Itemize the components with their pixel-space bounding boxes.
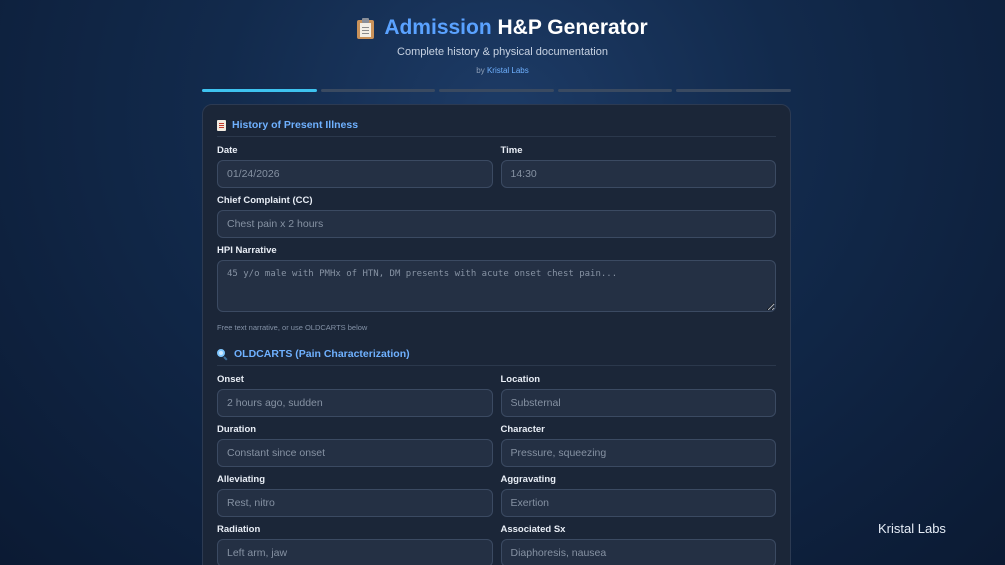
alleviating-label: Alleviating <box>217 474 266 485</box>
progress-step-3 <box>439 89 554 92</box>
aggravating-label: Aggravating <box>500 474 556 485</box>
title-accent: Admission <box>384 16 492 39</box>
radiation-input[interactable] <box>217 539 493 565</box>
page-subtitle: Complete history & physical documentatio… <box>397 46 608 58</box>
page-header: Admission H&P Generator Complete history… <box>0 16 1005 75</box>
byline: by Kristal Labs <box>0 66 1005 75</box>
oldcarts-section-label: OLDCARTS (Pain Characterization) <box>234 348 410 360</box>
progress-step-1 <box>202 89 317 92</box>
kristal-labs-link[interactable]: Kristal Labs <box>487 66 529 75</box>
progress-step-4 <box>557 89 673 92</box>
hpi-section-label: History of Present Illness <box>232 119 359 131</box>
title-rest: H&P Generator <box>497 16 648 39</box>
associated-sx-input[interactable] <box>500 539 776 565</box>
chief-complaint-input[interactable] <box>217 210 776 238</box>
time-input[interactable] <box>500 160 776 188</box>
alleviating-input[interactable] <box>217 489 493 517</box>
hpi-narrative-textarea[interactable] <box>217 260 776 312</box>
duration-input[interactable] <box>217 439 493 467</box>
byline-prefix: by <box>476 66 485 75</box>
radiation-label: Radiation <box>217 524 261 535</box>
watermark: Kristal Labs <box>878 521 946 536</box>
page-title: Admission H&P Generator <box>0 16 1005 40</box>
magnifier-icon <box>217 348 228 361</box>
date-label: Date <box>217 145 238 156</box>
time-label: Time <box>500 145 523 156</box>
chief-complaint-label: Chief Complaint (CC) <box>217 195 313 206</box>
hpi-section-title: History of Present Illness <box>217 119 776 137</box>
duration-label: Duration <box>217 424 257 435</box>
oldcarts-section-title: OLDCARTS (Pain Characterization) <box>217 348 776 366</box>
progress-step-2 <box>320 89 436 92</box>
character-label: Character <box>500 424 545 435</box>
aggravating-input[interactable] <box>500 489 776 517</box>
form-card: History of Present Illness Date Time Chi… <box>202 104 791 565</box>
clipboard-icon <box>357 17 375 39</box>
progress-step-5 <box>676 89 791 92</box>
document-icon <box>217 119 226 131</box>
onset-label: Onset <box>217 374 244 385</box>
onset-input[interactable] <box>217 389 493 417</box>
hpi-hint: Free text narrative, or use OLDCARTS bel… <box>217 323 368 332</box>
character-input[interactable] <box>500 439 776 467</box>
date-input[interactable] <box>217 160 493 188</box>
location-label: Location <box>500 374 541 385</box>
location-input[interactable] <box>500 389 776 417</box>
step-progress <box>202 89 791 92</box>
associated-sx-label: Associated Sx <box>500 524 566 535</box>
hpi-narrative-label: HPI Narrative <box>217 245 277 256</box>
